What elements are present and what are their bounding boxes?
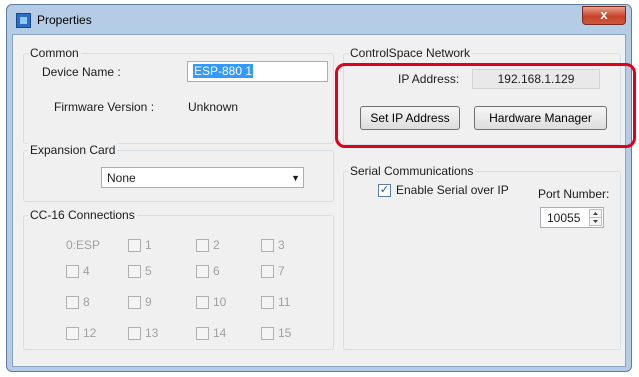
enable-serial-label: Enable Serial over IP xyxy=(396,183,509,197)
chevron-down-icon[interactable]: ▼ xyxy=(291,173,300,183)
cc16-label-1: 1 xyxy=(145,238,152,252)
serial-communications-title: Serial Communications xyxy=(348,164,476,178)
port-number-value: 10055 xyxy=(547,211,581,225)
cc16-label-12: 12 xyxy=(83,326,97,340)
window-title: Properties xyxy=(37,13,92,27)
cc16-label-11: 11 xyxy=(278,295,291,309)
checkmark-icon: ✓ xyxy=(379,184,390,196)
device-name-value: ESP-880 1 xyxy=(193,64,254,78)
cc16-checkbox-12[interactable] xyxy=(66,327,79,340)
cc16-label-15: 15 xyxy=(278,326,292,340)
expansion-card-dropdown[interactable]: None ▼ xyxy=(101,167,304,188)
cc16-label-6: 6 xyxy=(213,264,220,278)
annotation-highlight-box xyxy=(335,63,636,148)
close-button[interactable]: x xyxy=(582,6,626,25)
cc16-label-13: 13 xyxy=(145,326,159,340)
expansion-card-group-title: Expansion Card xyxy=(28,143,118,157)
enable-serial-checkbox[interactable]: ✓ xyxy=(378,184,391,197)
cc16-label-9: 9 xyxy=(145,295,152,309)
cc16-checkbox-4[interactable] xyxy=(66,265,79,278)
expansion-card-selected: None xyxy=(107,171,136,185)
cc16-checkbox-1[interactable] xyxy=(128,239,141,252)
cc16-checkbox-13[interactable] xyxy=(128,327,141,340)
cc16-group-title: CC-16 Connections xyxy=(28,208,137,222)
common-group-title: Common xyxy=(28,46,81,60)
cc16-label-14: 14 xyxy=(213,326,227,340)
expansion-card-group: Expansion Card None ▼ xyxy=(23,143,334,202)
cc16-checkbox-8[interactable] xyxy=(66,296,79,309)
firmware-version-value: Unknown xyxy=(188,100,239,114)
firmware-version-label: Firmware Version : xyxy=(54,100,155,114)
cc16-checkbox-6[interactable] xyxy=(196,265,209,278)
cc16-label-5: 5 xyxy=(145,264,152,278)
app-icon xyxy=(16,13,31,28)
controlspace-network-title: ControlSpace Network xyxy=(348,46,473,60)
cc16-connections-group: CC-16 Connections 0:ESP 1 2 3 4 5 6 7 8 … xyxy=(23,208,334,350)
common-group: Common Device Name : ESP-880 1 Firmware … xyxy=(23,46,334,144)
chevron-up-icon xyxy=(593,212,598,215)
cc16-label-3: 3 xyxy=(278,238,285,252)
cc16-checkbox-2[interactable] xyxy=(196,239,209,252)
cc16-checkbox-9[interactable] xyxy=(128,296,141,309)
cc16-label-7: 7 xyxy=(278,264,285,278)
cc16-checkbox-14[interactable] xyxy=(196,327,209,340)
device-name-input[interactable]: ESP-880 1 xyxy=(187,61,328,82)
cc16-label-10: 10 xyxy=(213,295,227,309)
cc16-checkbox-15[interactable] xyxy=(261,327,274,340)
port-decrement-button[interactable] xyxy=(589,217,602,226)
properties-window: Properties x Common Device Name : ESP-88… xyxy=(6,4,632,372)
port-number-label: Port Number: xyxy=(538,187,610,201)
port-number-stepper[interactable]: 10055 xyxy=(540,207,604,228)
cc16-checkbox-11[interactable] xyxy=(261,296,274,309)
cc16-label-8: 8 xyxy=(83,295,90,309)
cc16-label-4: 4 xyxy=(83,264,90,278)
cc16-esp-label: 0:ESP xyxy=(66,238,101,252)
cc16-checkbox-10[interactable] xyxy=(196,296,209,309)
close-icon: x xyxy=(600,7,608,22)
chevron-down-icon xyxy=(593,220,598,223)
device-name-label: Device Name : xyxy=(42,65,121,79)
title-bar[interactable]: Properties x xyxy=(7,5,631,35)
cc16-checkbox-5[interactable] xyxy=(128,265,141,278)
cc16-checkbox-7[interactable] xyxy=(261,265,274,278)
cc16-checkbox-3[interactable] xyxy=(261,239,274,252)
cc16-label-2: 2 xyxy=(213,238,220,252)
serial-communications-group: Serial Communications ✓ Enable Serial ov… xyxy=(343,164,621,350)
